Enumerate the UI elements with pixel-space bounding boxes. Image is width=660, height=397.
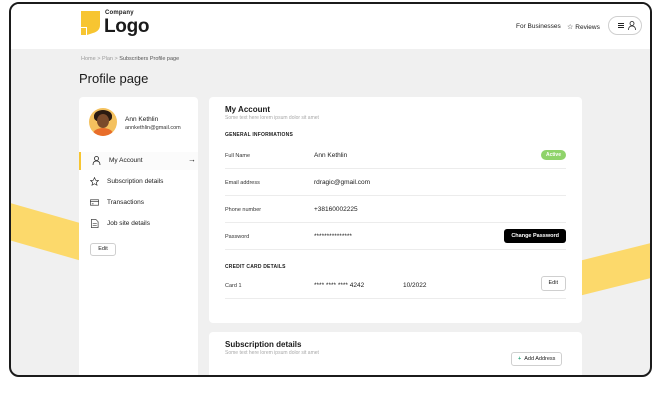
breadcrumb-separator: >: [97, 56, 101, 62]
card-row: Card 1 **** **** **** 4242 10/2022 Edit: [225, 272, 566, 299]
nav-reviews-label: Reviews: [575, 24, 600, 31]
user-icon: [92, 156, 101, 165]
sidebar-item-label: My Account: [109, 157, 143, 164]
user-name: Ann Kethlin: [125, 116, 159, 123]
logo-icon[interactable]: [81, 11, 100, 35]
breadcrumb: Home > Plan > Subscribers Profile page: [81, 56, 179, 62]
nav-for-businesses[interactable]: For Businesses: [516, 23, 561, 30]
card-subtitle: Some text here lorem ipsum dolor sit ame…: [225, 350, 319, 356]
phone-value: +38160002225: [314, 206, 358, 213]
hamburger-icon: [618, 23, 624, 28]
breadcrumb-home[interactable]: Home: [81, 56, 96, 62]
user-icon: [628, 21, 636, 30]
star-icon: [90, 177, 99, 186]
edit-card-button[interactable]: Edit: [540, 276, 566, 291]
card-title: My Account: [225, 105, 271, 114]
star-icon: ☆: [567, 24, 574, 31]
document-icon: [91, 219, 99, 228]
card-subtitle: Some text here lorem ipsum dolor sit ame…: [225, 115, 319, 121]
profile-sidebar: Ann Kethlin annkethlin@gmail.com My Acco…: [79, 97, 198, 375]
avatar: [89, 108, 117, 136]
breadcrumb-current: Subscribers Profile page: [119, 56, 180, 62]
app-frame: Company Logo For Businesses ☆ Reviews Hom…: [9, 2, 652, 377]
field-label: Email address: [225, 180, 260, 186]
full-name-row: Full Name Ann Kethlin Active: [225, 142, 566, 169]
sidebar-item-my-account[interactable]: My Account →: [79, 152, 198, 170]
field-label: Full Name: [225, 153, 251, 159]
sidebar-item-label: Job site details: [107, 220, 150, 227]
my-account-card: My Account Some text here lorem ipsum do…: [209, 97, 582, 323]
account-menu-button[interactable]: [608, 16, 642, 35]
field-label: Password: [225, 234, 250, 240]
credit-card-heading: CREDIT CARD DETAILS: [225, 264, 286, 270]
breadcrumb-plan[interactable]: Plan: [102, 56, 113, 62]
sidebar-item-transactions[interactable]: Transactions: [79, 194, 198, 212]
brand-logo-text[interactable]: Logo: [104, 16, 150, 38]
email-value: rdragic@gmail.com: [314, 179, 371, 186]
subscription-details-card: Subscription details Some text here lore…: [209, 332, 582, 375]
full-name-value: Ann Kethlin: [314, 152, 348, 159]
add-address-label: Add Address: [524, 356, 556, 362]
card-number: **** **** **** 4242: [314, 282, 365, 289]
card-expiry: 10/2022: [403, 282, 427, 289]
add-address-button[interactable]: + Add Address: [511, 352, 563, 366]
arrow-right-icon: →: [188, 155, 196, 164]
phone-row: Phone number +38160002225: [225, 196, 566, 223]
password-row: Password *************** Change Password: [225, 223, 566, 250]
password-value: ***************: [314, 233, 352, 240]
sidebar-item-label: Transactions: [107, 199, 144, 206]
field-label: Card 1: [225, 283, 242, 289]
top-bar: Company Logo For Businesses ☆ Reviews: [11, 4, 650, 49]
sidebar-item-subscription-details[interactable]: Subscription details: [79, 173, 198, 191]
change-password-button[interactable]: Change Password: [504, 229, 566, 243]
edit-profile-button[interactable]: Edit: [90, 243, 116, 256]
field-label: Phone number: [225, 207, 262, 213]
user-email: annkethlin@gmail.com: [125, 125, 181, 131]
status-badge: Active: [540, 150, 566, 160]
nav-reviews[interactable]: ☆ Reviews: [567, 23, 600, 31]
breadcrumb-separator: >: [114, 56, 118, 62]
page-title: Profile page: [79, 71, 149, 86]
plus-icon: +: [518, 356, 522, 362]
email-row: Email address rdragic@gmail.com: [225, 169, 566, 196]
sidebar-item-job-site-details[interactable]: Job site details: [79, 215, 198, 233]
sidebar-item-label: Subscription details: [107, 178, 164, 185]
general-info-heading: GENERAL INFORMATIONS: [225, 132, 293, 138]
card-icon: [90, 199, 99, 206]
card-title: Subscription details: [225, 340, 302, 349]
